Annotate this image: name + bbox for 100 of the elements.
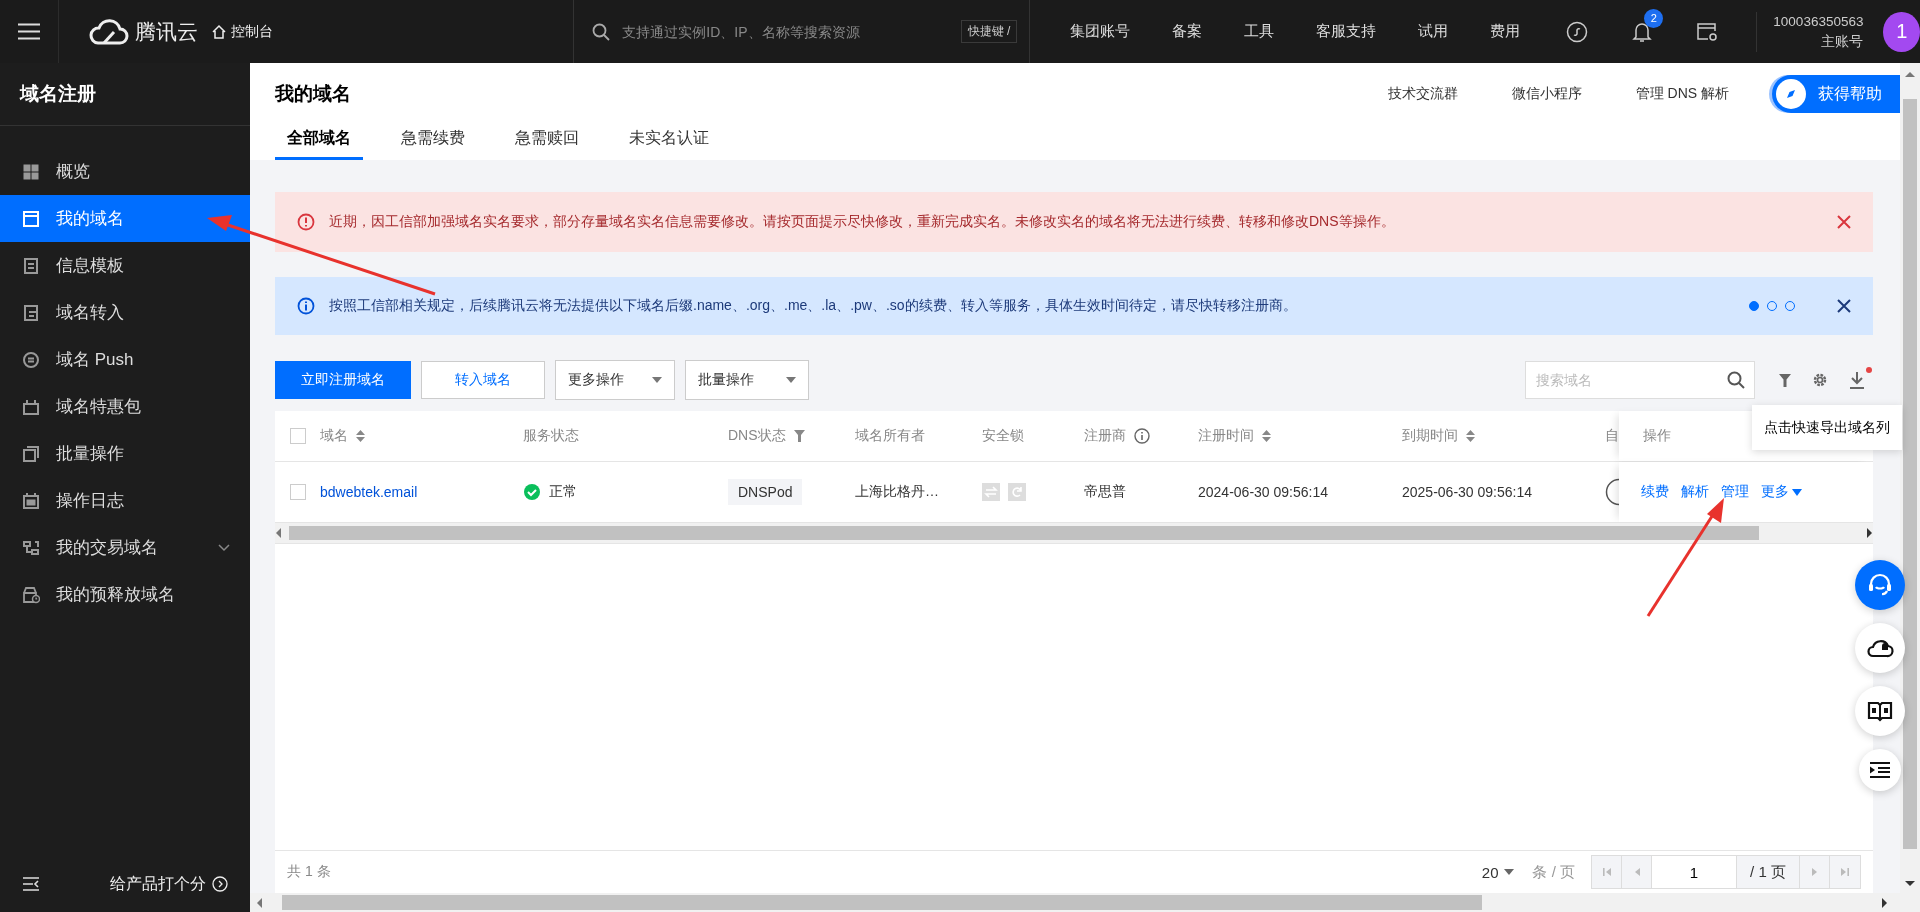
chevron-icon[interactable] [218, 543, 230, 552]
scroll-right-icon[interactable] [1865, 528, 1873, 538]
checkbox[interactable] [289, 484, 306, 500]
page-scrollbar[interactable] [250, 893, 1920, 912]
sort-icon[interactable] [1262, 430, 1271, 442]
sidebar-item[interactable]: 域名 Push [0, 336, 250, 383]
sidebar-item[interactable]: 批量操作 [0, 430, 250, 477]
avatar[interactable]: 1 [1883, 11, 1920, 52]
checkbox[interactable] [289, 428, 306, 444]
nav-link[interactable]: 试用 [1418, 22, 1449, 41]
brand-name: 腾讯云 [134, 18, 198, 45]
sidebar-item[interactable]: 概览 [0, 148, 250, 195]
tooltip: 点击快速导出域名列 [1752, 405, 1902, 450]
sort-icon[interactable] [1466, 430, 1475, 442]
filter-icon[interactable] [793, 430, 805, 442]
card-gear-icon[interactable] [1696, 21, 1719, 42]
header-link[interactable]: 管理 DNS 解析 [1635, 85, 1729, 103]
menu-icon[interactable] [17, 23, 40, 40]
last-page-icon [1840, 867, 1850, 877]
scroll-down-icon[interactable] [1905, 879, 1915, 887]
mini-program-icon[interactable] [1566, 20, 1589, 43]
transfer-domain-button[interactable]: 转入域名 [421, 361, 545, 399]
nav-link[interactable]: 工具 [1244, 22, 1275, 41]
column-header: 注册时间 [1198, 427, 1254, 445]
search-field[interactable]: 搜索域名 [1525, 361, 1755, 399]
nav-link[interactable]: 备案 [1172, 22, 1203, 41]
page-size-select[interactable]: 20 [1481, 863, 1515, 881]
toggle-edge-icon[interactable] [1605, 478, 1619, 506]
tab[interactable]: 全部域名 [275, 128, 363, 160]
rate-product-link[interactable]: 给产品打个分 [110, 873, 228, 895]
bell-icon[interactable] [1632, 20, 1653, 43]
column-header: 操作 [1643, 427, 1671, 445]
vertical-scrollbar[interactable] [1900, 63, 1920, 893]
column-header: 服务状态 [523, 427, 579, 445]
info-icon[interactable] [1134, 428, 1150, 444]
help-button[interactable]: 获得帮助 [1772, 75, 1900, 113]
register-domain-button[interactable]: 立即注册域名 [275, 361, 411, 399]
search-field[interactable]: 支持通过实例ID、IP、名称等搜索资源 [620, 22, 955, 41]
sidebar-item[interactable]: 域名转入 [0, 289, 250, 336]
console-link[interactable]: 控制台 [211, 22, 274, 41]
action-link[interactable]: 更多 [1761, 483, 1802, 501]
domain-link[interactable]: bdwebtek.email [320, 484, 418, 500]
scroll-up-icon[interactable] [1905, 71, 1915, 79]
action-link[interactable]: 管理 [1721, 483, 1749, 501]
action-link[interactable]: 续费 [1641, 483, 1669, 501]
download-icon[interactable] [1849, 371, 1865, 389]
alert-text: 按照工信部相关规定，后续腾讯云将无法提供以下域名后缀.name、.org、.me、.la、.pw、.so的续费、转入等服务，具体生效时间待定，请尽快转移注册商。 [329, 297, 1298, 315]
filter-icon[interactable] [1779, 373, 1791, 387]
scroll-left-icon[interactable] [275, 528, 283, 538]
collapse-icon[interactable] [22, 876, 40, 892]
settings-icon[interactable] [1811, 371, 1829, 389]
action-link[interactable]: 解析 [1681, 483, 1709, 501]
carousel-dot[interactable] [1749, 301, 1759, 311]
tab[interactable]: 急需赎回 [503, 128, 591, 160]
caret-icon [652, 377, 662, 383]
sort-icon[interactable] [356, 430, 365, 442]
cloud-logo-icon[interactable] [88, 18, 129, 45]
caret-icon [786, 377, 796, 383]
sidebar-item[interactable]: 我的域名 [0, 195, 250, 242]
table-cell: 帝思普 [1084, 483, 1126, 501]
copy-icon [22, 444, 40, 463]
header-link[interactable]: 技术交流群 [1387, 85, 1458, 103]
nav-link[interactable]: 费用 [1490, 22, 1521, 41]
nav-link[interactable]: 客服支持 [1316, 22, 1377, 41]
nav-link[interactable]: 集团账号 [1070, 22, 1131, 41]
document-icon [22, 256, 40, 275]
tab[interactable]: 未实名认证 [617, 128, 721, 160]
dropdown[interactable]: 批量操作 [685, 360, 809, 400]
dns-tag: DNSPod [728, 479, 803, 505]
sidebar-item[interactable]: 我的预释放域名 [0, 571, 250, 618]
search-icon[interactable] [1727, 371, 1745, 389]
scroll-right-icon[interactable] [1880, 897, 1888, 908]
check-circle-icon [523, 483, 541, 501]
close-button[interactable] [1837, 299, 1851, 313]
scroll-left-icon[interactable] [256, 897, 264, 908]
pagination[interactable]: 1 / 1 页 [1591, 855, 1861, 889]
caret-icon [1792, 488, 1802, 496]
warning-icon [297, 213, 315, 231]
column-header: 域名所有者 [855, 427, 925, 445]
sidebar-item[interactable]: 域名特惠包 [0, 383, 250, 430]
total-count: 共 1 条 [287, 863, 331, 881]
header-link[interactable]: 微信小程序 [1511, 85, 1582, 103]
sidebar-item[interactable]: 操作日志 [0, 477, 250, 524]
account-id: 100036350563 [1773, 12, 1864, 31]
column-header: 注册商 [1084, 427, 1126, 445]
search-icon [592, 22, 611, 41]
sidebar-item[interactable]: 信息模板 [0, 242, 250, 289]
column-header: DNS状态 [728, 427, 786, 445]
page-title: 我的域名 [275, 82, 352, 106]
store-icon [22, 585, 40, 604]
close-icon [1837, 299, 1851, 313]
tab[interactable]: 急需续费 [389, 128, 477, 160]
sidebar-item[interactable]: 我的交易域名 [0, 524, 250, 571]
alert-text: 近期，因工信部加强域名实名要求，部分存量域名实名信息需要修改。请按页面提示尽快修改，重新完成实名。未修改实名的域名将无法进行续费、转移和修改DNS等操作。 [329, 213, 1396, 231]
notification-badge: 2 [1644, 8, 1664, 28]
close-button[interactable] [1837, 215, 1851, 229]
horizontal-scrollbar[interactable] [275, 522, 1873, 544]
table-cell: 2025-06-30 09:56:14 [1402, 484, 1532, 500]
dropdown[interactable]: 更多操作 [555, 360, 675, 400]
transfer-icon [22, 303, 40, 322]
